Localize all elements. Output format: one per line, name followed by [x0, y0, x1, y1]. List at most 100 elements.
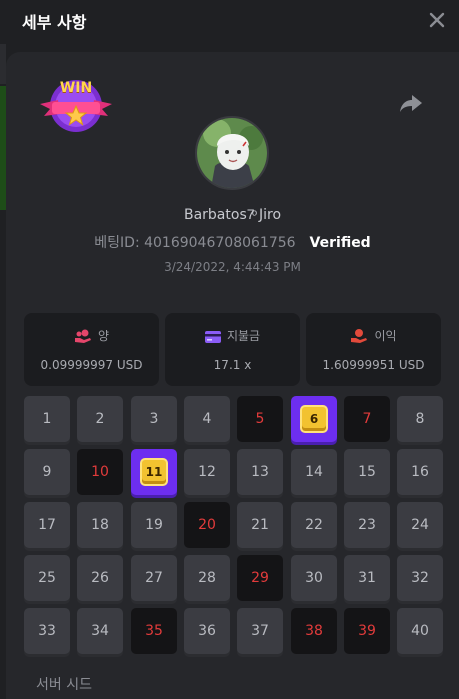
- bet-date: 3/24/2022, 4:44:43 PM: [164, 260, 301, 274]
- tile-number: 31: [358, 570, 376, 586]
- bet-details-modal: 세부 사항 WIN Barbatos7ͦ Jiro 베팅ID: 40169046…: [0, 0, 459, 699]
- stat-label: 이익: [374, 329, 397, 343]
- stat-head: 지불금: [165, 327, 300, 344]
- tile-number: 24: [411, 517, 429, 533]
- keno-tile[interactable]: 31: [344, 555, 390, 601]
- keno-tile[interactable]: 4: [184, 396, 230, 442]
- tile-number: 29: [251, 570, 269, 586]
- stat-payout: 지불금 17.1 x: [165, 313, 300, 386]
- keno-tile[interactable]: 25: [24, 555, 70, 601]
- keno-tile[interactable]: 5: [237, 396, 283, 442]
- tile-number: 34: [91, 623, 109, 639]
- keno-tile[interactable]: 20: [184, 502, 230, 548]
- verified-badge[interactable]: Verified: [310, 235, 371, 251]
- tile-number: 15: [358, 464, 376, 480]
- stat-value: 1.60999951 USD: [322, 358, 425, 372]
- tile-number: 5: [255, 411, 265, 427]
- avatar: [195, 116, 269, 190]
- keno-tile[interactable]: 13: [237, 449, 283, 495]
- avatar-image: [197, 118, 267, 188]
- tile-number: 1: [42, 411, 52, 427]
- keno-tile[interactable]: 1: [24, 396, 70, 442]
- close-button[interactable]: [426, 9, 448, 31]
- keno-tile[interactable]: 34: [77, 608, 123, 654]
- tile-number: 14: [305, 464, 323, 480]
- tile-number: 35: [145, 623, 163, 639]
- stat-value: 17.1 x: [213, 358, 252, 372]
- stat-label: 지불금: [226, 329, 261, 343]
- tile-number: 6: [309, 412, 319, 426]
- tile-number: 16: [411, 464, 429, 480]
- bet-card: WIN Barbatos7ͦ Jiro 베팅ID: 40169046708061…: [6, 52, 459, 699]
- stat-profit: 이익 1.60999951 USD: [306, 313, 441, 386]
- tile-number: 19: [145, 517, 163, 533]
- server-seed-label: 서버 시드: [36, 677, 92, 693]
- tile-number: 3: [149, 411, 159, 427]
- keno-tile[interactable]: 29: [237, 555, 283, 601]
- keno-tile[interactable]: 39: [344, 608, 390, 654]
- stat-value: 0.09999997 USD: [40, 358, 143, 372]
- tile-number: 39: [358, 623, 376, 639]
- keno-tile[interactable]: 6: [291, 396, 337, 442]
- keno-tile[interactable]: 19: [131, 502, 177, 548]
- keno-tile[interactable]: 11: [131, 449, 177, 495]
- keno-tile[interactable]: 32: [397, 555, 443, 601]
- stat-head: 양: [24, 327, 159, 344]
- keno-tile[interactable]: 22: [291, 502, 337, 548]
- keno-tile[interactable]: 7: [344, 396, 390, 442]
- tile-number: 11: [145, 465, 163, 479]
- share-button[interactable]: [398, 92, 424, 114]
- modal-header: 세부 사항: [0, 0, 459, 44]
- keno-tile[interactable]: 33: [24, 608, 70, 654]
- keno-tile[interactable]: 38: [291, 608, 337, 654]
- keno-tile[interactable]: 15: [344, 449, 390, 495]
- modal-title: 세부 사항: [22, 13, 87, 32]
- keno-tile[interactable]: 8: [397, 396, 443, 442]
- tile-number: 13: [251, 464, 269, 480]
- keno-tile[interactable]: 3: [131, 396, 177, 442]
- keno-tile[interactable]: 36: [184, 608, 230, 654]
- keno-grid: 1 2 3 4 5 6 7 8 9 10 11 12 13 14 15 16 17 18 19 20 21 22 23 24 2…: [24, 396, 444, 659]
- tile-number: 38: [305, 623, 323, 639]
- tile-number: 7: [362, 411, 372, 427]
- stat-amount: 양 0.09999997 USD: [24, 313, 159, 386]
- bet-id-line: 베팅ID: 40169046708061756 Verified: [6, 232, 459, 252]
- keno-tile[interactable]: 12: [184, 449, 230, 495]
- keno-tile[interactable]: 30: [291, 555, 337, 601]
- keno-tile[interactable]: 27: [131, 555, 177, 601]
- close-icon: [429, 12, 445, 28]
- tile-number: 2: [95, 411, 105, 427]
- win-badge-text: WIN: [59, 80, 93, 96]
- keno-tile[interactable]: 21: [237, 502, 283, 548]
- keno-tile[interactable]: 37: [237, 608, 283, 654]
- tile-number: 22: [305, 517, 323, 533]
- keno-tile[interactable]: 24: [397, 502, 443, 548]
- keno-tile[interactable]: 28: [184, 555, 230, 601]
- keno-tile[interactable]: 40: [397, 608, 443, 654]
- tile-number: 32: [411, 570, 429, 586]
- tile-number: 26: [91, 570, 109, 586]
- win-badge: WIN: [38, 76, 114, 138]
- tile-number: 25: [38, 570, 56, 586]
- keno-tile[interactable]: 2: [77, 396, 123, 442]
- keno-tile[interactable]: 9: [24, 449, 70, 495]
- tile-number: 9: [42, 464, 52, 480]
- tile-number: 20: [198, 517, 216, 533]
- keno-tile[interactable]: 17: [24, 502, 70, 548]
- keno-tile[interactable]: 23: [344, 502, 390, 548]
- keno-tile[interactable]: 16: [397, 449, 443, 495]
- tile-number: 37: [251, 623, 269, 639]
- keno-tile[interactable]: 18: [77, 502, 123, 548]
- keno-tile[interactable]: 26: [77, 555, 123, 601]
- gem-icon: 11: [140, 458, 168, 486]
- tile-number: 8: [415, 411, 425, 427]
- tile-number: 40: [411, 623, 429, 639]
- tile-number: 4: [202, 411, 212, 427]
- keno-tile[interactable]: 14: [291, 449, 337, 495]
- tile-number: 30: [305, 570, 323, 586]
- tile-number: 28: [198, 570, 216, 586]
- keno-tile[interactable]: 35: [131, 608, 177, 654]
- tile-number: 36: [198, 623, 216, 639]
- keno-tile[interactable]: 10: [77, 449, 123, 495]
- money-hand-icon: [351, 329, 368, 343]
